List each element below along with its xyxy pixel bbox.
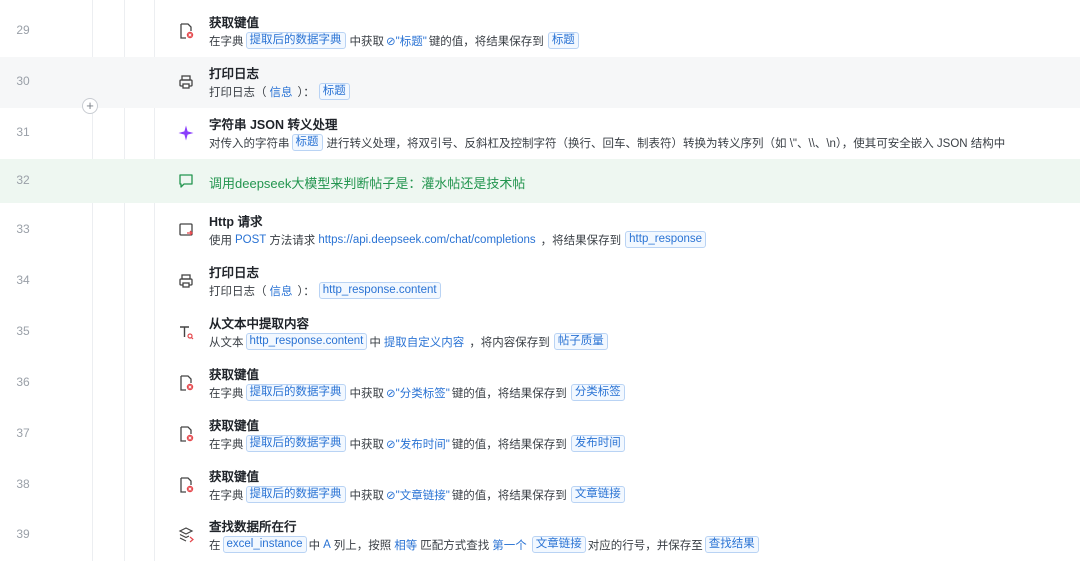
- step-title: 查找数据所在行: [209, 520, 297, 534]
- step-title: 字符串 JSON 转义处理: [209, 118, 338, 132]
- step-description: 打印日志（ 信息 ）： http_response.content: [209, 282, 443, 299]
- find-row-icon: [176, 525, 196, 545]
- step-description: 在 excel_instance 中 A 列上，按照 相等 匹配方式查找 第一个…: [209, 536, 761, 553]
- variable-tag[interactable]: 标题: [547, 32, 579, 49]
- line-number: 39: [16, 527, 30, 541]
- text-extract-icon: [176, 322, 196, 342]
- step-description: 对传入的字符串 标题 进行转义处理，将双引号、反斜杠及控制字符（换行、回车、制表…: [209, 134, 1006, 151]
- variable-tag[interactable]: 标题: [291, 134, 323, 151]
- variable-tag[interactable]: http_response: [625, 231, 707, 248]
- step-row-36[interactable]: 36 获取键值 在字典 提取后的数据字典 中获取 ⊘ "分类标签" 键的值，将结…: [0, 358, 1080, 409]
- step-row-29[interactable]: 29 获取键值 在字典 提取后的数据字典 中获取 ⊘ "标题" 键的值，将结果保…: [0, 6, 1080, 57]
- step-description: 打印日志（ 信息 ）： 标题: [209, 83, 352, 100]
- variable-tag[interactable]: 标题: [318, 83, 350, 100]
- variable-tag[interactable]: 提取后的数据字典: [245, 32, 346, 49]
- variable-tag[interactable]: 提取后的数据字典: [245, 486, 346, 503]
- line-number: 35: [16, 324, 30, 338]
- line-number: 38: [16, 477, 30, 491]
- step-row-34[interactable]: 34 打印日志 打印日志（ 信息 ）： http_response.conten…: [0, 256, 1080, 307]
- printer-icon: [176, 72, 196, 92]
- step-description: 从文本 http_response.content 中 提取自定义内容 ，将内容…: [209, 333, 610, 350]
- sparkle-icon: [176, 123, 196, 143]
- line-number: 29: [16, 23, 30, 37]
- step-title: 从文本中提取内容: [209, 317, 310, 331]
- variable-tag[interactable]: 文章链接: [570, 486, 625, 503]
- dict-key-icon: [176, 424, 196, 444]
- key-literal-icon: ⊘: [386, 387, 396, 400]
- variable-tag[interactable]: excel_instance: [222, 536, 307, 553]
- key-literal-icon: ⊘: [386, 438, 396, 451]
- variable-tag[interactable]: http_response.content: [318, 282, 441, 299]
- key-literal-icon: ⊘: [386, 35, 396, 48]
- request-url[interactable]: https://api.deepseek.com/chat/completion…: [318, 234, 535, 246]
- step-description: 在字典 提取后的数据字典 中获取 ⊘ "标题" 键的值，将结果保存到 标题: [209, 32, 581, 49]
- dict-key-icon: [176, 475, 196, 495]
- comment-text: 调用deepseek大模型来判断帖子是：灌水帖还是技术帖: [209, 176, 526, 191]
- step-row-39[interactable]: 39 查找数据所在行 在 excel_instance 中 A 列上，按照 相等…: [0, 510, 1080, 561]
- comment-row-32[interactable]: 32 调用deepseek大模型来判断帖子是：灌水帖还是技术帖: [0, 159, 1080, 203]
- variable-tag[interactable]: 帖子质量: [553, 333, 608, 350]
- dict-key-icon: [176, 373, 196, 393]
- variable-tag[interactable]: http_response.content: [245, 333, 368, 350]
- step-row-33[interactable]: 33 Http 请求 使用 POST 方法请求 https://api.deep…: [0, 205, 1080, 256]
- line-number: 30: [16, 74, 30, 88]
- step-row-30[interactable]: 30 打印日志 打印日志（ 信息 ）： 标题: [0, 57, 1080, 108]
- step-title: 获取键值: [209, 470, 260, 484]
- step-row-37[interactable]: 37 获取键值 在字典 提取后的数据字典 中获取 ⊘ "发布时间" 键的值，将结…: [0, 409, 1080, 460]
- variable-tag[interactable]: 发布时间: [570, 435, 625, 452]
- step-title: Http 请求: [209, 215, 263, 229]
- variable-tag[interactable]: 提取后的数据字典: [245, 384, 346, 401]
- step-row-38[interactable]: 38 获取键值 在字典 提取后的数据字典 中获取 ⊘ "文章链接" 键的值，将结…: [0, 460, 1080, 511]
- dict-key-icon: [176, 21, 196, 41]
- step-title: 打印日志: [209, 266, 260, 280]
- variable-tag[interactable]: 分类标签: [570, 384, 625, 401]
- line-number: 33: [16, 222, 30, 236]
- line-number: 36: [16, 375, 30, 389]
- step-description: 使用 POST 方法请求 https://api.deepseek.com/ch…: [209, 231, 708, 248]
- line-number: 37: [16, 426, 30, 440]
- key-literal-icon: ⊘: [386, 489, 396, 502]
- step-description: 在字典 提取后的数据字典 中获取 ⊘ "发布时间" 键的值，将结果保存到 发布时…: [209, 435, 627, 452]
- step-title: 打印日志: [209, 67, 260, 81]
- step-row-35[interactable]: 35 从文本中提取内容 从文本 http_response.content 中 …: [0, 307, 1080, 358]
- step-title: 获取键值: [209, 368, 260, 382]
- step-title: 获取键值: [209, 16, 260, 30]
- line-number: 31: [16, 125, 30, 139]
- line-number: 32: [16, 173, 30, 187]
- comment-icon: [176, 171, 196, 191]
- line-number: 34: [16, 273, 30, 287]
- http-icon: [176, 220, 196, 240]
- variable-tag[interactable]: 查找结果: [704, 536, 759, 553]
- printer-icon: [176, 271, 196, 291]
- step-description: 在字典 提取后的数据字典 中获取 ⊘ "分类标签" 键的值，将结果保存到 分类标…: [209, 384, 627, 401]
- variable-tag[interactable]: 提取后的数据字典: [245, 435, 346, 452]
- step-title: 获取键值: [209, 419, 260, 433]
- step-row-31[interactable]: 31 字符串 JSON 转义处理 对传入的字符串 标题 进行转义处理，将双引号、…: [0, 108, 1080, 159]
- step-description: 在字典 提取后的数据字典 中获取 ⊘ "文章链接" 键的值，将结果保存到 文章链…: [209, 486, 627, 503]
- variable-tag[interactable]: 文章链接: [531, 536, 586, 553]
